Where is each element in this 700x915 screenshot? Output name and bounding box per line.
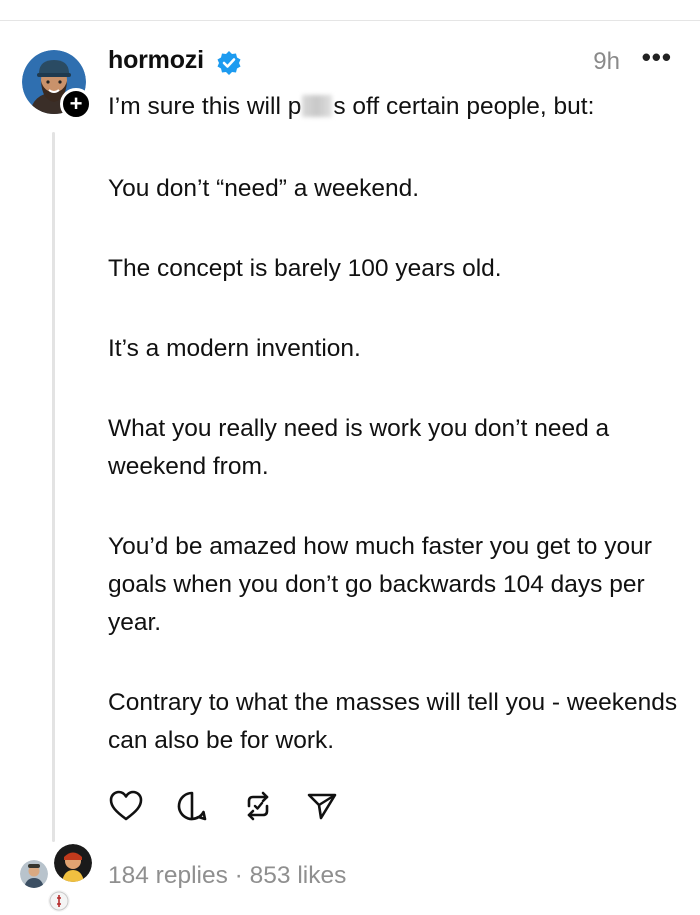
post-paragraph: It’s a modern invention. bbox=[108, 335, 361, 362]
post-paragraph: You don’t “need” a weekend. bbox=[108, 175, 420, 202]
engagement-row: 184 replies · 853 likes bbox=[0, 842, 700, 914]
post-paragraph: You’d be amazed how much faster you get … bbox=[108, 533, 652, 636]
verified-badge-icon bbox=[216, 50, 242, 76]
post-body: I’m sure this will p s off certain people… bbox=[108, 88, 688, 802]
post-paragraph: The concept is barely 100 years old. bbox=[108, 255, 502, 282]
heart-icon bbox=[109, 790, 143, 821]
username-link[interactable]: hormozi bbox=[108, 46, 204, 75]
intro-text-suffix: s off certain people, but: bbox=[333, 93, 595, 120]
post-paragraph-intro: I’m sure this will p s off certain people… bbox=[108, 88, 688, 126]
replier-avatar bbox=[46, 888, 72, 914]
replies-likes-count[interactable]: 184 replies · 853 likes bbox=[108, 862, 346, 890]
share-button[interactable] bbox=[304, 788, 340, 824]
post-timestamp: 9h bbox=[593, 48, 620, 75]
top-divider bbox=[0, 20, 700, 21]
send-icon bbox=[307, 793, 337, 820]
repost-icon bbox=[247, 791, 269, 821]
intro-text-prefix: I’m sure this will p bbox=[108, 93, 302, 120]
replier-avatar bbox=[52, 842, 94, 884]
post-header: hormozi 9h ••• bbox=[108, 42, 700, 82]
repost-button[interactable] bbox=[240, 788, 276, 824]
censored-word-blur bbox=[302, 95, 333, 117]
more-options-button[interactable]: ••• bbox=[642, 42, 672, 73]
action-bar bbox=[108, 788, 408, 828]
follow-button[interactable]: + bbox=[60, 88, 92, 120]
post-paragraph: Contrary to what the masses will tell yo… bbox=[108, 689, 678, 754]
author-avatar[interactable]: + bbox=[22, 50, 92, 120]
post-paragraph: What you really need is work you don’t n… bbox=[108, 415, 610, 480]
comment-icon bbox=[177, 791, 207, 821]
reply-button[interactable] bbox=[174, 788, 210, 824]
replier-avatar bbox=[18, 858, 50, 890]
thread-line bbox=[52, 132, 55, 842]
like-button[interactable] bbox=[108, 788, 144, 824]
thread-post: + hormozi 9h ••• I’m sure this will p s o… bbox=[0, 0, 700, 915]
